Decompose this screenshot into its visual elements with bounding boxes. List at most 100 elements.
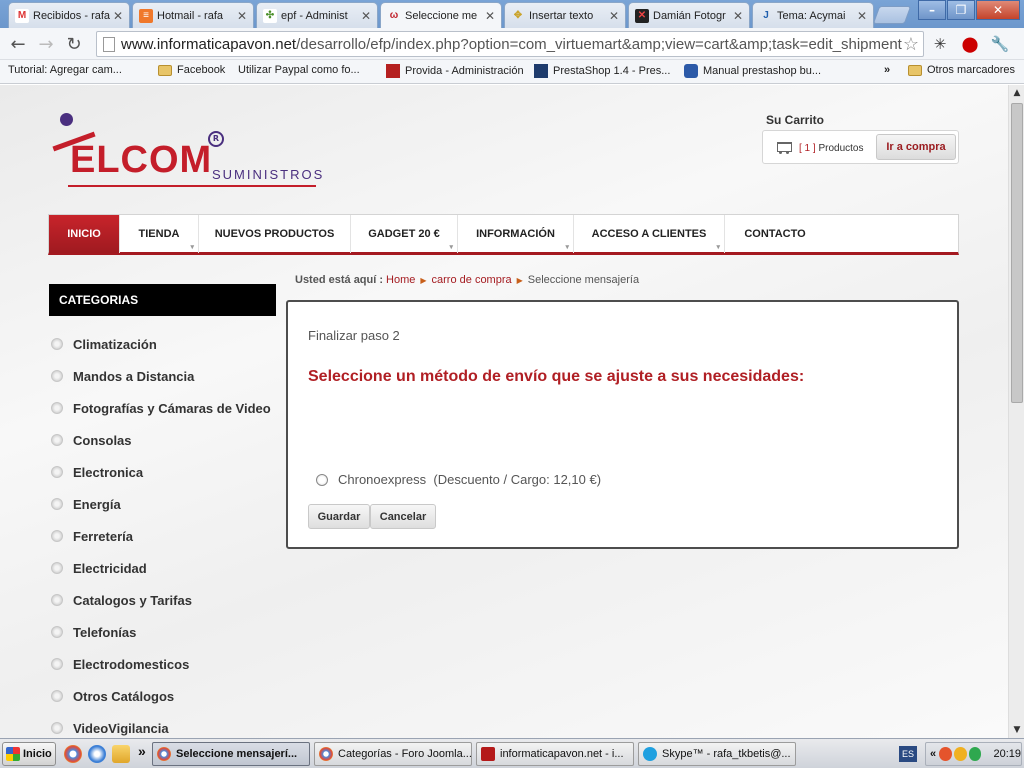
category-videovigilancia[interactable]: VideoVigilancia	[49, 712, 279, 738]
nav-informacion[interactable]: INFORMACIÓN ▾	[458, 215, 574, 253]
telcom-logo[interactable]: ELCOM R SUMINISTROS	[50, 109, 322, 189]
restore-button[interactable]: ❐	[947, 0, 975, 20]
taskbar-item-label: Seleccione mensajerí...	[176, 748, 298, 760]
category-catalogos-tarifas[interactable]: Catalogos y Tarifas	[49, 584, 279, 616]
close-icon[interactable]: ✕	[856, 9, 868, 23]
breadcrumb-cart-link[interactable]: carro de compra	[432, 274, 512, 286]
shipment-heading: Seleccione un método de envío que se aju…	[308, 368, 805, 385]
start-button[interactable]: Inicio	[2, 742, 56, 766]
bookmark-provida[interactable]: Provida - Administración	[386, 64, 524, 78]
tray-warning-icon[interactable]	[953, 747, 967, 761]
close-icon[interactable]: ✕	[360, 9, 372, 23]
close-window-button[interactable]: ✕	[976, 0, 1020, 20]
close-icon[interactable]: ✕	[608, 9, 620, 23]
nav-acceso-clientes[interactable]: ACCESO A CLIENTES ▾	[574, 215, 725, 253]
category-electronica[interactable]: Electronica	[49, 456, 279, 488]
bookmark-manual[interactable]: Manual prestashop bu...	[684, 64, 821, 78]
category-consolas[interactable]: Consolas	[49, 424, 279, 456]
tab-insertar[interactable]: ✥ Insertar texto ✕	[504, 2, 626, 28]
shipment-option-chronoexpress[interactable]: Chronoexpress (Descuento / Cargo: 12,10 …	[316, 472, 601, 487]
ie-quicklaunch-icon[interactable]	[88, 745, 106, 763]
page-icon: ✥	[513, 10, 523, 21]
breadcrumb-home-link[interactable]: Home	[386, 274, 415, 286]
category-label: Electronica	[73, 464, 144, 480]
category-electricidad[interactable]: Electricidad	[49, 552, 279, 584]
chrome-quicklaunch-icon[interactable]	[64, 745, 82, 763]
shopping-cart-icon	[775, 140, 793, 154]
category-climatizacion[interactable]: Climatización	[49, 328, 279, 360]
extension-bug-icon[interactable]: ✳	[930, 34, 950, 54]
shipment-radio[interactable]	[316, 473, 328, 486]
cart-count[interactable]: [ 1 ] Productos	[799, 143, 864, 154]
folder-icon	[158, 64, 172, 76]
scroll-down-icon[interactable]: ▼	[1011, 724, 1023, 736]
dropdown-icon: ▾	[716, 244, 720, 251]
bullet-icon	[51, 338, 63, 350]
bookmark-prestashop[interactable]: PrestaShop 1.4 - Pres...	[534, 64, 670, 78]
taskbar-item-categorias[interactable]: Categorías - Foro Joomla...	[314, 742, 472, 766]
bookmark-paypal[interactable]: Utilizar Paypal como fo...	[238, 64, 360, 163]
save-button[interactable]: Guardar	[308, 504, 370, 529]
quicklaunch-overflow-chevron[interactable]: »	[138, 743, 146, 759]
category-fotografias[interactable]: Fotografías y Cámaras de Video	[49, 392, 279, 424]
forward-icon[interactable]: →	[34, 32, 58, 56]
tab-strip: M Recibidos - rafa ✕ ≡ Hotmail - rafa ✕ …	[0, 0, 1024, 28]
tab-epf-admin[interactable]: ✣ epf - Administ ✕	[256, 2, 378, 28]
checkout-button[interactable]: Ir a compra	[876, 134, 956, 160]
bullet-icon	[51, 690, 63, 702]
new-tab-button[interactable]	[872, 6, 912, 24]
category-label: Ferretería	[73, 528, 133, 544]
clock: 20:19	[993, 748, 1021, 760]
taskbar-item-filezilla[interactable]: informaticapavon.net - i...	[476, 742, 634, 766]
nav-nuevos-productos[interactable]: NUEVOS PRODUCTOS	[199, 215, 351, 253]
language-indicator[interactable]: ES	[899, 746, 917, 762]
tab-seleccione[interactable]: ω Seleccione me ✕	[380, 2, 502, 28]
wrench-icon[interactable]: 🔧	[990, 34, 1010, 54]
close-icon[interactable]: ✕	[112, 9, 124, 23]
reload-icon[interactable]: ↻	[62, 32, 86, 56]
taskbar-item-skype[interactable]: Skype™ - rafa_tkbetis@...	[638, 742, 796, 766]
bookmark-facebook[interactable]: Facebook	[158, 64, 225, 76]
other-bookmarks[interactable]: Otros marcadores	[908, 64, 1015, 76]
taskbar-item-seleccione[interactable]: Seleccione mensajerí...	[152, 742, 310, 766]
nav-inicio[interactable]: INICIO	[49, 215, 120, 253]
adblock-icon[interactable]: ⬤	[960, 34, 980, 54]
tab-acymail[interactable]: J Tema: Acymai ✕	[752, 2, 874, 28]
close-icon[interactable]: ✕	[732, 9, 744, 23]
scroll-up-icon[interactable]: ▲	[1011, 87, 1023, 99]
category-otros-catalogos[interactable]: Otros Catálogos	[49, 680, 279, 712]
breadcrumb: Usted está aquí : Home ▶ carro de compra…	[295, 274, 639, 286]
close-icon[interactable]: ✕	[236, 9, 248, 23]
category-energia[interactable]: Energía	[49, 488, 279, 520]
close-icon[interactable]: ✕	[484, 9, 496, 23]
bookmark-star-icon[interactable]: ☆	[903, 34, 919, 55]
category-mandos[interactable]: Mandos a Distancia	[49, 360, 279, 392]
scroll-thumb[interactable]	[1011, 103, 1023, 403]
tray-expand-chevron[interactable]: «	[930, 748, 936, 760]
nav-contacto[interactable]: CONTACTO	[725, 215, 825, 253]
category-telefonias[interactable]: Telefonías	[49, 616, 279, 648]
cancel-button[interactable]: Cancelar	[370, 504, 436, 529]
bookmark-tutorial[interactable]: Tutorial: Agregar cam...	[8, 64, 122, 163]
address-bar[interactable]: www.informaticapavon.net/desarrollo/efp/…	[96, 31, 924, 57]
tab-gmail[interactable]: M Recibidos - rafa ✕	[8, 2, 130, 28]
tab-hotmail[interactable]: ≡ Hotmail - rafa ✕	[132, 2, 254, 28]
nav-gadget[interactable]: GADGET 20 € ▾	[351, 215, 458, 253]
bullet-icon	[51, 466, 63, 478]
minimize-button[interactable]: –	[918, 0, 946, 20]
mail-quicklaunch-icon[interactable]	[112, 745, 130, 763]
category-label: Telefonías	[73, 624, 137, 640]
tab-damian[interactable]: ✕ Damián Fotogr ✕	[628, 2, 750, 28]
cart-widget: [ 1 ] Productos Ir a compra	[762, 130, 959, 164]
bookmarks-overflow-chevron[interactable]: »	[884, 64, 890, 76]
categories-list: Climatización Mandos a Distancia Fotogra…	[49, 328, 279, 738]
nav-tienda[interactable]: TIENDA ▾	[120, 215, 199, 253]
vertical-scrollbar[interactable]: ▲ ▼	[1008, 85, 1024, 738]
category-label: Consolas	[73, 432, 132, 448]
category-electrodomesticos[interactable]: Electrodomesticos	[49, 648, 279, 680]
tray-app-icon[interactable]	[939, 747, 952, 761]
category-ferreteria[interactable]: Ferretería	[49, 520, 279, 552]
hotmail-icon: ≡	[139, 8, 153, 23]
back-icon[interactable]: ←	[6, 32, 30, 56]
tray-network-icon[interactable]	[968, 747, 982, 761]
